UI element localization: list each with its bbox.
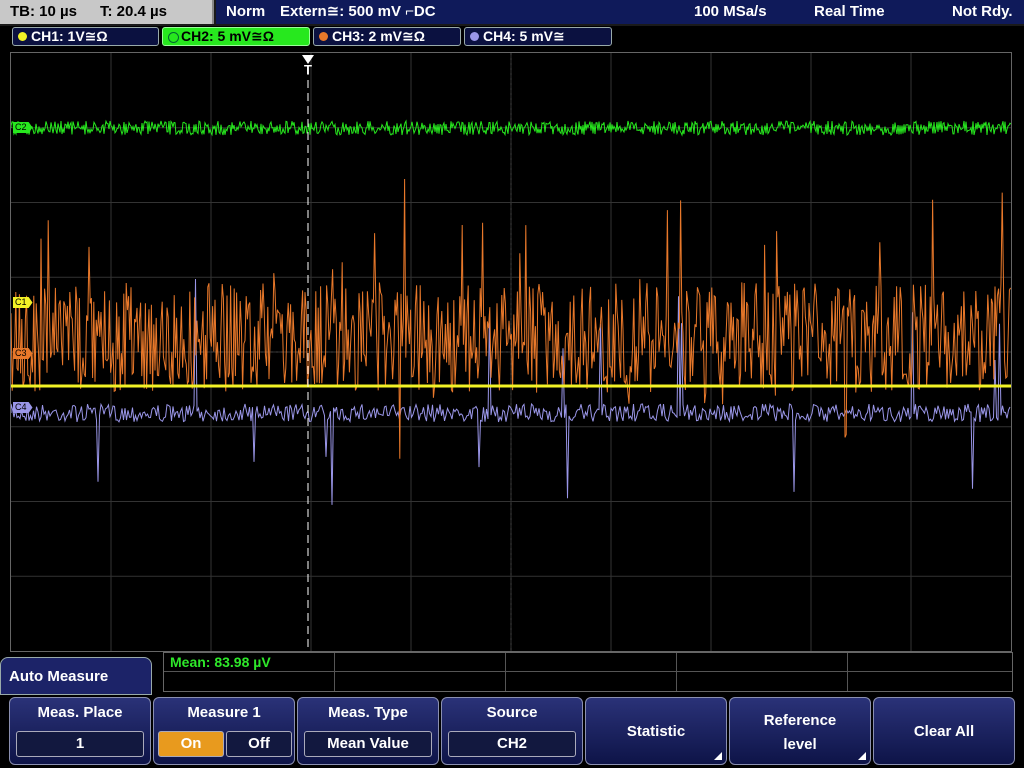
channel-2-dot bbox=[168, 32, 179, 43]
clear-all-softkey[interactable]: Clear All bbox=[873, 697, 1015, 765]
source-softkey[interactable]: Source CH2 bbox=[441, 697, 583, 765]
measure-1-softkey[interactable]: Measure 1 On Off bbox=[153, 697, 295, 765]
channel-2-tab[interactable]: CH2: 5 mV≅Ω bbox=[162, 27, 310, 46]
submenu-arrow-icon bbox=[858, 752, 866, 760]
measure-on-button[interactable]: On bbox=[158, 731, 224, 757]
meas-type-label: Meas. Type bbox=[328, 704, 408, 721]
timebase-value: TB: 10 µs bbox=[10, 3, 77, 20]
channel-1-tab[interactable]: CH1: 1V≅Ω bbox=[12, 27, 159, 46]
submenu-arrow-icon bbox=[714, 752, 722, 760]
channel-4-dot bbox=[470, 32, 479, 41]
channel-1-marker[interactable]: C1 bbox=[13, 297, 33, 308]
source-value: CH2 bbox=[448, 731, 576, 757]
waveform-canvas bbox=[11, 53, 1011, 651]
meas-place-softkey[interactable]: Meas. Place 1 bbox=[9, 697, 151, 765]
measurement-cell bbox=[164, 653, 335, 691]
status-bar: TB: 10 µs T: 20.4 µs Norm Extern≅: 500 m… bbox=[0, 0, 1024, 26]
timebase-box[interactable]: TB: 10 µs T: 20.4 µs bbox=[0, 0, 214, 24]
statistic-softkey[interactable]: Statistic bbox=[585, 697, 727, 765]
measure-off-button[interactable]: Off bbox=[226, 731, 292, 757]
measure-1-label: Measure 1 bbox=[187, 704, 261, 721]
meas-type-softkey[interactable]: Meas. Type Mean Value bbox=[297, 697, 439, 765]
channel-3-dot bbox=[319, 32, 328, 41]
trigger-position: T: 20.4 µs bbox=[100, 3, 168, 20]
measurement-cell bbox=[335, 653, 506, 691]
statistic-label: Statistic bbox=[626, 723, 686, 740]
channel-3-tab[interactable]: CH3: 2 mV≅Ω bbox=[313, 27, 461, 46]
menu-title: Auto Measure bbox=[0, 657, 152, 695]
channel-2-marker[interactable]: C2 bbox=[13, 122, 33, 133]
meas-place-value: 1 bbox=[16, 731, 144, 757]
measurement-cell bbox=[677, 653, 848, 691]
channel-4-marker[interactable]: C4 bbox=[13, 402, 33, 413]
reference-level-softkey[interactable]: Reference level bbox=[729, 697, 871, 765]
trigger-marker-label: T bbox=[304, 62, 312, 77]
channel-4-label: CH4: 5 mV≅ bbox=[483, 28, 565, 44]
trigger-source[interactable]: Extern≅: 500 mV ⌐DC bbox=[280, 0, 436, 24]
channel-2-label: CH2: 5 mV≅Ω bbox=[181, 28, 274, 44]
trigger-position-marker[interactable]: T bbox=[302, 55, 314, 76]
clear-all-label: Clear All bbox=[913, 723, 975, 740]
measurement-bar: Mean: 83.98 µV bbox=[163, 652, 1013, 692]
measurement-cell bbox=[506, 653, 677, 691]
channel-4-tab[interactable]: CH4: 5 mV≅ bbox=[464, 27, 612, 46]
channel-3-label: CH3: 2 mV≅Ω bbox=[332, 28, 425, 44]
reference-level-label: level bbox=[783, 736, 817, 753]
measurement-divider bbox=[164, 671, 1012, 672]
waveform-display[interactable]: C2 C1 C3 C4 T bbox=[10, 52, 1012, 652]
sample-rate: 100 MSa/s bbox=[694, 3, 767, 20]
acquisition-status: Norm Extern≅: 500 mV ⌐DC 100 MSa/s Real … bbox=[216, 0, 1024, 24]
meas-type-value: Mean Value bbox=[304, 731, 432, 757]
reference-label: Reference bbox=[763, 712, 837, 729]
source-label: Source bbox=[486, 704, 538, 721]
channel-1-label: CH1: 1V≅Ω bbox=[31, 28, 108, 44]
trigger-state: Not Rdy. bbox=[952, 3, 1013, 20]
meas-place-label: Meas. Place bbox=[37, 704, 123, 721]
channel-3-marker[interactable]: C3 bbox=[13, 348, 33, 359]
trigger-mode[interactable]: Norm bbox=[226, 0, 265, 24]
channel-1-dot bbox=[18, 32, 27, 41]
acquisition-mode: Real Time bbox=[814, 3, 885, 20]
